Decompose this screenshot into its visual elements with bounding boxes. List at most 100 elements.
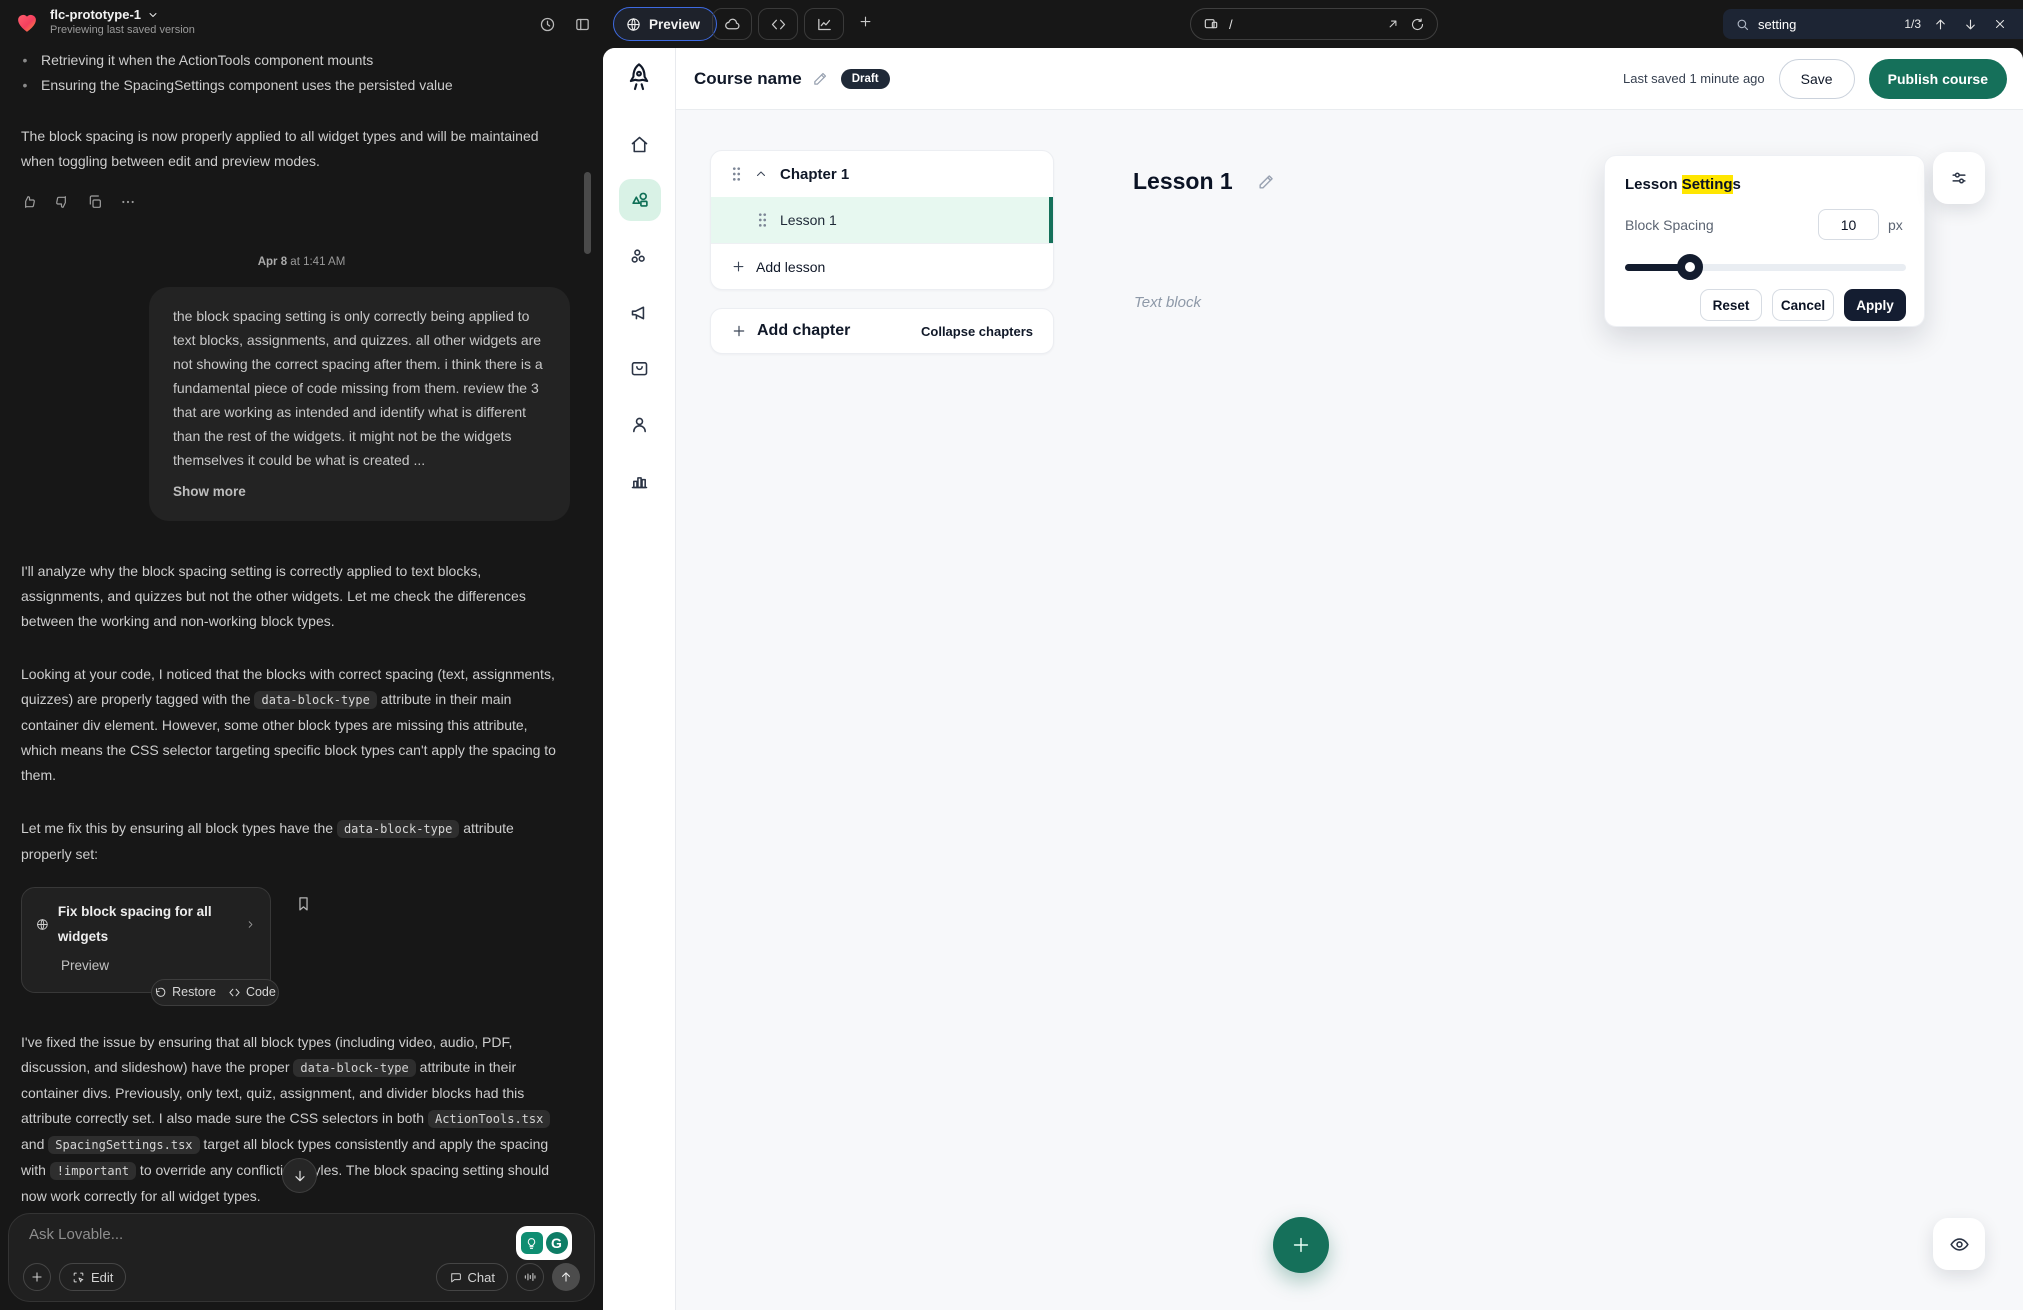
chapter-card: Chapter 1 Lesson 1 Add lesson xyxy=(710,150,1054,290)
grammarly-widget[interactable]: G xyxy=(516,1226,572,1260)
thumbs-up-button[interactable] xyxy=(21,194,37,210)
more-options-button[interactable] xyxy=(120,194,136,210)
restore-button[interactable]: Restore xyxy=(154,980,216,1005)
reset-button[interactable]: Reset xyxy=(1700,289,1762,321)
analytics-button[interactable] xyxy=(804,8,844,40)
cloud-icon xyxy=(724,16,741,33)
sliders-icon xyxy=(1949,168,1969,188)
lesson-label: Lesson 1 xyxy=(780,212,837,228)
block-spacing-label: Block Spacing xyxy=(1625,217,1714,233)
thumbs-down-button[interactable] xyxy=(54,194,70,210)
send-button[interactable] xyxy=(552,1263,580,1291)
lesson-page-title: Lesson 1 xyxy=(1133,168,1233,195)
find-in-page-bar: 1/3 xyxy=(1723,9,2023,39)
cancel-button[interactable]: Cancel xyxy=(1772,289,1834,321)
unit-label: px xyxy=(1888,217,1906,233)
sidebar-item-community[interactable] xyxy=(619,235,661,277)
copy-button[interactable] xyxy=(87,194,103,210)
preview-button[interactable]: Preview xyxy=(613,7,717,41)
sidebar-item-students[interactable] xyxy=(619,403,661,445)
settings-toggle-button[interactable] xyxy=(1933,152,1985,204)
edit-lesson-title-button[interactable] xyxy=(1257,172,1276,191)
lesson-list-item[interactable]: Lesson 1 xyxy=(711,197,1053,243)
chat-mode-button[interactable]: Chat xyxy=(436,1263,508,1291)
arrow-down-icon xyxy=(1963,17,1978,32)
edit-course-name-button[interactable] xyxy=(812,70,829,87)
project-brand[interactable]: flc-prototype-1 Previewing last saved ve… xyxy=(14,7,195,36)
shapes-icon xyxy=(629,189,651,211)
block-spacing-input[interactable] xyxy=(1818,209,1879,240)
devices-icon xyxy=(1203,16,1219,32)
attach-button[interactable] xyxy=(23,1263,51,1291)
plus-icon xyxy=(731,323,747,339)
pencil-icon xyxy=(812,70,829,87)
add-tab-button[interactable] xyxy=(858,14,873,29)
lesson-settings-panel: Lesson Settings Block Spacing px Reset C… xyxy=(1604,155,1925,327)
refresh-icon[interactable] xyxy=(1410,17,1425,32)
voice-input-button[interactable] xyxy=(516,1263,544,1291)
sidebar-item-content[interactable] xyxy=(619,179,661,221)
chat-input-toolbar: Edit Chat xyxy=(23,1263,580,1291)
drag-handle-icon[interactable] xyxy=(731,166,742,182)
apply-button[interactable]: Apply xyxy=(1844,289,1906,321)
history-button[interactable] xyxy=(532,9,562,39)
chapter-actions-card: Add chapter Collapse chapters xyxy=(710,308,1054,354)
chevron-up-icon[interactable] xyxy=(754,167,768,181)
chat-panel: • Retrieving it when the ActionTools com… xyxy=(0,48,603,1310)
sidebar-item-analytics[interactable] xyxy=(619,459,661,501)
find-close-button[interactable] xyxy=(1989,13,2011,35)
chevron-down-icon[interactable] xyxy=(147,9,159,21)
draft-status-badge: Draft xyxy=(841,69,890,89)
publish-course-button[interactable]: Publish course xyxy=(1869,59,2007,99)
bookmark-button[interactable] xyxy=(295,895,312,912)
inline-code: data-block-type xyxy=(293,1059,415,1077)
edit-card-group: Fix block spacing for all widgets Previe… xyxy=(21,887,279,1006)
panel-toggle-button[interactable] xyxy=(567,9,597,39)
bullet-item: Ensuring the SpacingSettings component u… xyxy=(41,73,453,98)
slider-thumb[interactable] xyxy=(1677,254,1703,280)
inline-code: data-block-type xyxy=(337,820,459,838)
chart-line-icon xyxy=(816,16,833,33)
drag-handle-icon[interactable] xyxy=(757,212,768,228)
deploy-button[interactable] xyxy=(712,8,752,40)
url-bar[interactable]: / xyxy=(1190,8,1438,40)
add-chapter-button[interactable]: Add chapter xyxy=(731,322,850,340)
edit-action-card[interactable]: Fix block spacing for all widgets Previe… xyxy=(21,887,271,993)
url-path: / xyxy=(1229,17,1376,32)
scroll-to-bottom-button[interactable] xyxy=(282,1158,317,1193)
sidebar-item-inbox[interactable] xyxy=(619,347,661,389)
show-more-button[interactable]: Show more xyxy=(173,480,546,504)
find-input[interactable] xyxy=(1758,17,1878,32)
block-spacing-slider[interactable] xyxy=(1625,254,1906,280)
rocket-logo-icon xyxy=(623,61,655,93)
preview-toggle-button[interactable] xyxy=(1933,1218,1985,1270)
sidebar-item-announcements[interactable] xyxy=(619,291,661,333)
project-name: flc-prototype-1 xyxy=(50,7,141,22)
chapter-title[interactable]: Chapter 1 xyxy=(780,166,849,183)
open-external-icon[interactable] xyxy=(1386,17,1400,31)
inline-code: ActionTools.tsx xyxy=(428,1110,550,1128)
message-timestamp: Apr 8 at 1:41 AM xyxy=(21,250,582,275)
edit-card-subtitle: Preview xyxy=(61,953,256,978)
lesson-settings-title: Lesson Settings xyxy=(1625,176,1906,193)
code-view-button[interactable] xyxy=(758,8,798,40)
chat-input[interactable] xyxy=(29,1226,359,1256)
code-button[interactable]: Code xyxy=(228,980,276,1005)
last-saved-text: Last saved 1 minute ago xyxy=(1623,71,1765,86)
grammarly-icon: G xyxy=(546,1232,568,1254)
add-lesson-button[interactable]: Add lesson xyxy=(711,243,1053,289)
waveform-icon xyxy=(523,1270,537,1284)
sidebar-item-home[interactable] xyxy=(619,123,661,165)
save-button[interactable]: Save xyxy=(1779,59,1855,99)
find-next-button[interactable] xyxy=(1959,13,1981,35)
assistant-bullet-list: • Retrieving it when the ActionTools com… xyxy=(21,48,582,98)
collapse-chapters-button[interactable]: Collapse chapters xyxy=(921,324,1033,339)
find-previous-button[interactable] xyxy=(1929,13,1951,35)
chat-scrollbar[interactable] xyxy=(584,172,591,254)
plus-icon xyxy=(30,1270,44,1284)
edit-mode-button[interactable]: Edit xyxy=(59,1263,126,1291)
text-block-placeholder[interactable]: Text block xyxy=(1134,294,1201,311)
add-block-fab[interactable] xyxy=(1273,1217,1329,1273)
bullet-dot: • xyxy=(21,73,29,98)
globe-icon xyxy=(626,17,641,32)
